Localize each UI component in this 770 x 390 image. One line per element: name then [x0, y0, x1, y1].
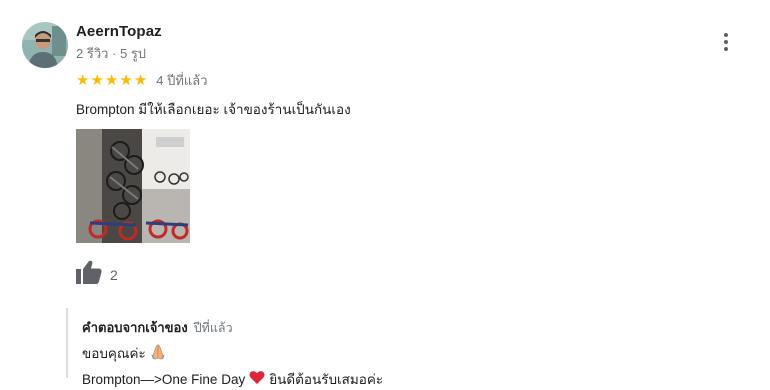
author-name[interactable]: AeernTopaz	[76, 23, 162, 40]
red-heart-emoji-icon	[249, 370, 265, 388]
owner-reply-time: ปีที่แล้ว	[193, 321, 233, 335]
thumb-up-icon	[76, 260, 102, 289]
more-options-button[interactable]	[716, 30, 736, 54]
star-icon: ★	[76, 71, 90, 89]
review-text: Brompton มีให้เลือกเยอะ เจ้าของร้านเป็นก…	[76, 102, 351, 117]
star-rating: ★ ★ ★ ★ ★	[76, 71, 148, 89]
review-photo[interactable]	[76, 129, 190, 243]
more-vert-icon	[724, 47, 728, 51]
owner-reply-header: คำตอบจากเจ้าของ ปีที่แล้ว	[82, 317, 666, 338]
star-icon: ★	[90, 71, 104, 89]
like-button[interactable]: 2	[76, 260, 118, 289]
like-count: 2	[110, 266, 118, 283]
owner-reply-text: Brompton—>One Fine Day	[82, 371, 246, 387]
owner-reply-text: ยินดีต้อนรับเสมอค่ะ	[269, 372, 384, 387]
review-time: 4 ปีที่แล้ว	[156, 73, 208, 88]
avatar[interactable]	[22, 22, 68, 68]
more-vert-icon	[724, 40, 728, 44]
star-icon: ★	[133, 71, 148, 89]
owner-reply-title: คำตอบจากเจ้าของ	[82, 320, 188, 335]
owner-reply-line-2: Brompton—>One Fine Day ยินดีต้อนรับเสมอค…	[82, 368, 666, 390]
more-vert-icon	[724, 33, 728, 37]
folded-hands-emoji-icon	[150, 343, 166, 363]
owner-reply: คำตอบจากเจ้าของ ปีที่แล้ว ขอบคุณค่ะ Brom…	[66, 308, 666, 387]
star-icon: ★	[119, 71, 133, 89]
star-icon: ★	[104, 71, 119, 89]
owner-reply-text: ขอบคุณค่ะ	[82, 346, 146, 361]
owner-reply-line-1: ขอบคุณค่ะ	[82, 342, 666, 364]
rating-row: ★ ★ ★ ★ ★ 4 ปีที่แล้ว	[76, 70, 208, 91]
author-meta[interactable]: 2 รีวิว · 5 รูป	[76, 43, 146, 64]
